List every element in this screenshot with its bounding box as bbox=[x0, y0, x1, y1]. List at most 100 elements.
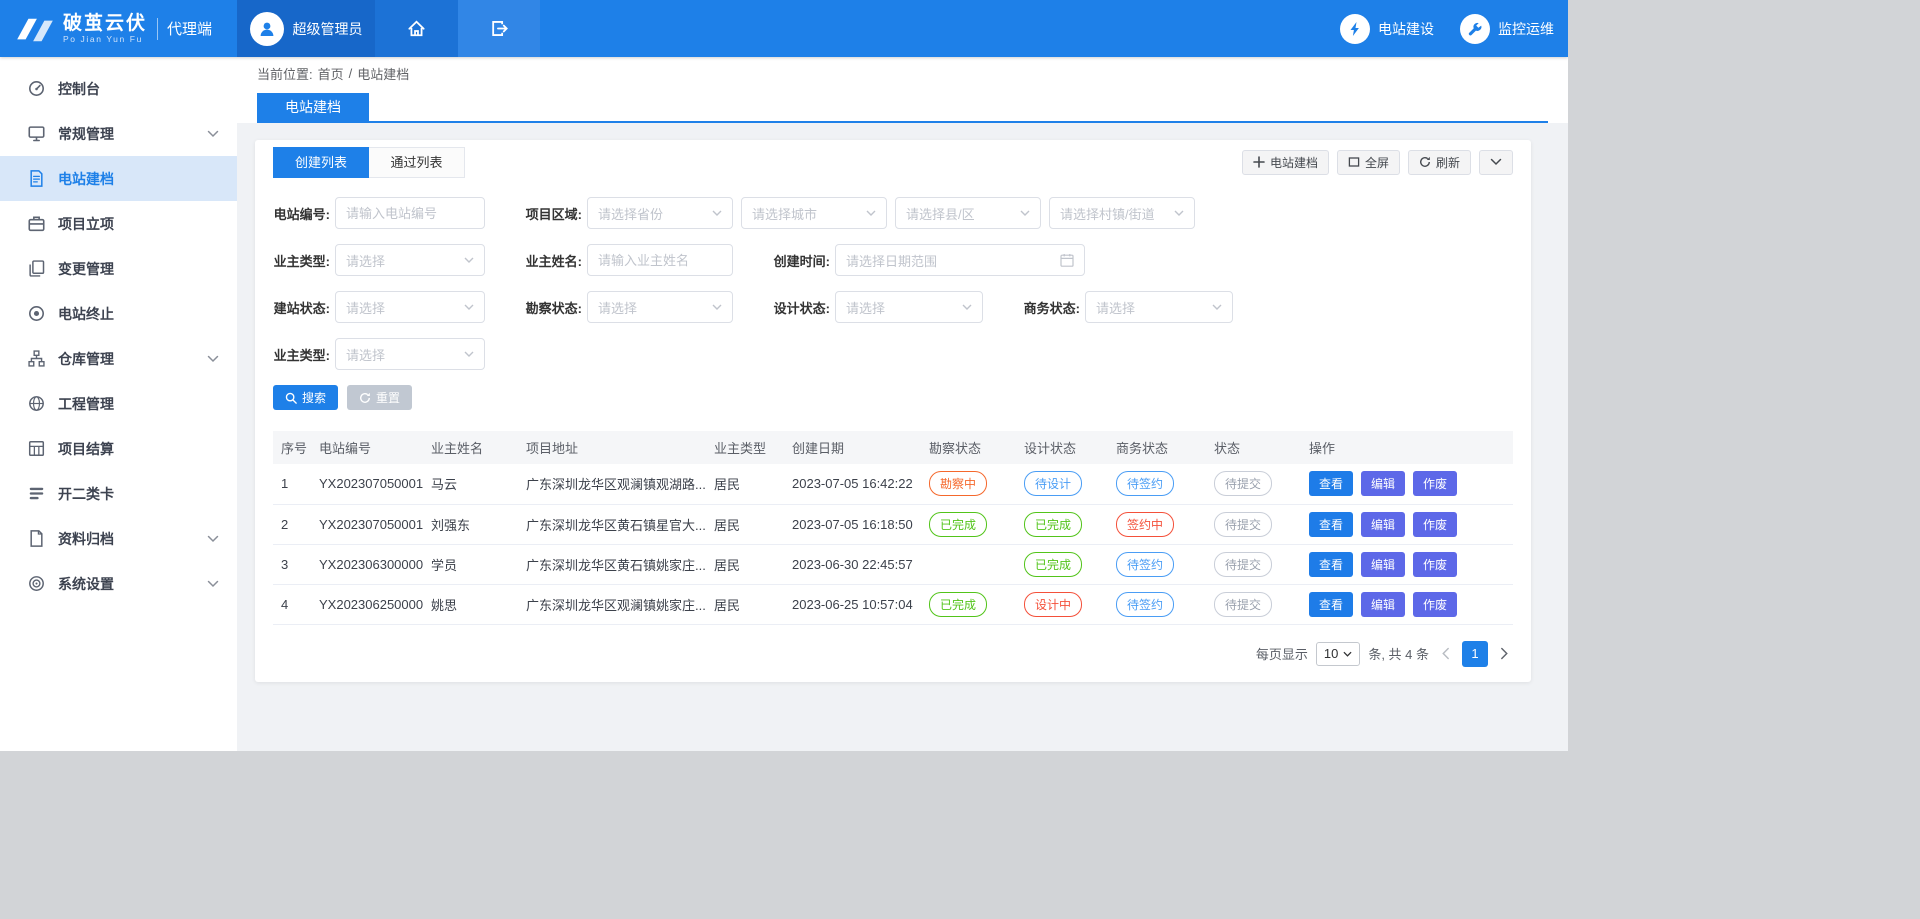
owner-type-select[interactable]: 请选择 bbox=[335, 244, 485, 276]
design-status-select[interactable]: 请选择 bbox=[835, 291, 983, 323]
filter-field-owner-type: 业主类型:请选择 bbox=[273, 244, 485, 276]
sidebar-item-change-management[interactable]: 变更管理 bbox=[0, 246, 237, 291]
breadcrumb-home[interactable]: 首页 bbox=[318, 64, 344, 83]
station-no-input[interactable] bbox=[346, 206, 474, 221]
edit-button[interactable]: 编辑 bbox=[1361, 512, 1405, 537]
tab-passed-list[interactable]: 通过列表 bbox=[369, 147, 465, 178]
status-badge: 已完成 bbox=[929, 592, 987, 617]
sidebar-item-data-archiving[interactable]: 资料归档 bbox=[0, 516, 237, 561]
filter-label: 设计状态: bbox=[773, 298, 830, 317]
fullscreen-button[interactable]: 全屏 bbox=[1337, 150, 1400, 175]
filter-label: 项目区域: bbox=[525, 204, 582, 223]
view-button[interactable]: 查看 bbox=[1309, 471, 1353, 496]
sidebar-item-project-settlement[interactable]: 项目结算 bbox=[0, 426, 237, 471]
home-button[interactable] bbox=[375, 0, 458, 57]
search-icon bbox=[285, 392, 297, 404]
project-region-0-select[interactable]: 请选择省份 bbox=[587, 197, 733, 229]
sidebar-item-warehouse-management[interactable]: 仓库管理 bbox=[0, 336, 237, 381]
header-item-label: 监控运维 bbox=[1498, 19, 1554, 39]
bars-icon bbox=[28, 485, 45, 502]
refresh-button[interactable]: 刷新 bbox=[1408, 150, 1471, 175]
next-page-button[interactable] bbox=[1500, 647, 1509, 660]
void-button[interactable]: 作废 bbox=[1413, 592, 1457, 617]
sidebar-item-engineering-management[interactable]: 工程管理 bbox=[0, 381, 237, 426]
grid-icon bbox=[28, 440, 45, 457]
view-button[interactable]: 查看 bbox=[1309, 512, 1353, 537]
app-title: 破茧云伏 bbox=[63, 13, 147, 35]
page-head: 当前位置: 首页 / 电站建档 电站建档 bbox=[237, 57, 1568, 123]
caret-down-icon bbox=[1343, 651, 1352, 657]
sidebar-item-label: 系统设置 bbox=[58, 574, 207, 594]
user-menu[interactable]: 超级管理员 bbox=[237, 0, 375, 57]
sidebar-item-label: 常规管理 bbox=[58, 124, 207, 144]
filter-field-create-time: 创建时间:请选择日期范围 bbox=[773, 244, 1085, 276]
tab-create-list[interactable]: 创建列表 bbox=[273, 147, 369, 178]
sidebar-item-project-initiation[interactable]: 项目立项 bbox=[0, 201, 237, 246]
placeholder-text: 请选择 bbox=[346, 298, 458, 317]
caret-down-icon bbox=[1020, 210, 1030, 216]
owner-name-cell: 刘强东 bbox=[423, 504, 518, 544]
edit-button[interactable]: 编辑 bbox=[1361, 552, 1405, 577]
owner-name-input[interactable] bbox=[598, 253, 722, 268]
create-time-date-picker[interactable]: 请选择日期范围 bbox=[835, 244, 1085, 276]
project-region-1-select[interactable]: 请选择城市 bbox=[741, 197, 887, 229]
file-icon bbox=[28, 530, 45, 547]
placeholder-text: 请选择日期范围 bbox=[846, 251, 1054, 270]
view-button[interactable]: 查看 bbox=[1309, 552, 1353, 577]
caret-down-icon bbox=[866, 210, 876, 216]
station-no-input-wrap bbox=[335, 197, 485, 229]
header-item-label: 电站建设 bbox=[1378, 19, 1434, 39]
plus-icon bbox=[1253, 156, 1265, 168]
pagination: 每页显示 10 条, 共 4 条 1 bbox=[273, 625, 1513, 667]
sidebar-item-station-archive[interactable]: 电站建档 bbox=[0, 156, 237, 201]
owner-type-cell: 居民 bbox=[706, 584, 784, 624]
void-button[interactable]: 作废 bbox=[1413, 552, 1457, 577]
reset-button[interactable]: 重置 bbox=[347, 385, 412, 410]
prev-page-button[interactable] bbox=[1441, 647, 1450, 660]
sidebar-item-console[interactable]: 控制台 bbox=[0, 66, 237, 111]
project-region-2-select[interactable]: 请选择县/区 bbox=[895, 197, 1041, 229]
survey-status-cell bbox=[921, 544, 1016, 584]
status-status-cell: 待提交 bbox=[1206, 544, 1301, 584]
sidebar-item-system-settings[interactable]: 系统设置 bbox=[0, 561, 237, 606]
business-status-select[interactable]: 请选择 bbox=[1085, 291, 1233, 323]
view-button[interactable]: 查看 bbox=[1309, 592, 1353, 617]
sidebar-item-label: 控制台 bbox=[58, 79, 219, 99]
sidebar-item-general-management[interactable]: 常规管理 bbox=[0, 111, 237, 156]
chevron-down-icon bbox=[207, 533, 219, 545]
survey-status-cell: 已完成 bbox=[921, 504, 1016, 544]
main-content: 当前位置: 首页 / 电站建档 电站建档 创建列表通过列表 电站建档全屏刷新 电… bbox=[237, 57, 1568, 751]
owner-type-2-select[interactable]: 请选择 bbox=[335, 338, 485, 370]
void-button[interactable]: 作废 bbox=[1413, 512, 1457, 537]
status-badge: 勘察中 bbox=[929, 471, 987, 496]
caret-down-icon bbox=[464, 304, 474, 310]
search-button[interactable]: 搜索 bbox=[273, 385, 338, 410]
breadcrumb: 当前位置: 首页 / 电站建档 bbox=[237, 57, 1568, 90]
header-station-construction-button[interactable]: 电站建设 bbox=[1340, 14, 1434, 44]
logo-icon bbox=[14, 14, 56, 44]
page-tab-station-archive[interactable]: 电站建档 bbox=[257, 93, 369, 121]
collapse-button[interactable] bbox=[1479, 150, 1513, 175]
edit-button[interactable]: 编辑 bbox=[1361, 592, 1405, 617]
page-button-1[interactable]: 1 bbox=[1462, 641, 1488, 667]
project-region-3-select[interactable]: 请选择村镇/街道 bbox=[1049, 197, 1195, 229]
survey-status-select[interactable]: 请选择 bbox=[587, 291, 733, 323]
caret-down-icon bbox=[464, 257, 474, 263]
header-monitoring-ops-button[interactable]: 监控运维 bbox=[1460, 14, 1554, 44]
create-station-button[interactable]: 电站建档 bbox=[1242, 150, 1329, 175]
status-badge: 待提交 bbox=[1214, 592, 1272, 617]
logout-button[interactable] bbox=[458, 0, 540, 57]
sidebar-item-type2-card-opening[interactable]: 开二类卡 bbox=[0, 471, 237, 516]
calendar-icon bbox=[1060, 253, 1074, 267]
sidebar-item-station-termination[interactable]: 电站终止 bbox=[0, 291, 237, 336]
build-status-select[interactable]: 请选择 bbox=[335, 291, 485, 323]
filter-row: 业主类型: 请选择 bbox=[273, 338, 1513, 370]
toolbar: 电站建档全屏刷新 bbox=[1234, 150, 1513, 175]
caret-down-icon bbox=[712, 304, 722, 310]
user-name: 超级管理员 bbox=[293, 19, 363, 39]
void-button[interactable]: 作废 bbox=[1413, 471, 1457, 496]
filter-label: 业主类型: bbox=[273, 345, 330, 364]
per-page-select[interactable]: 10 bbox=[1316, 642, 1360, 666]
edit-button[interactable]: 编辑 bbox=[1361, 471, 1405, 496]
col-header-station_no: 电站编号 bbox=[311, 431, 423, 464]
